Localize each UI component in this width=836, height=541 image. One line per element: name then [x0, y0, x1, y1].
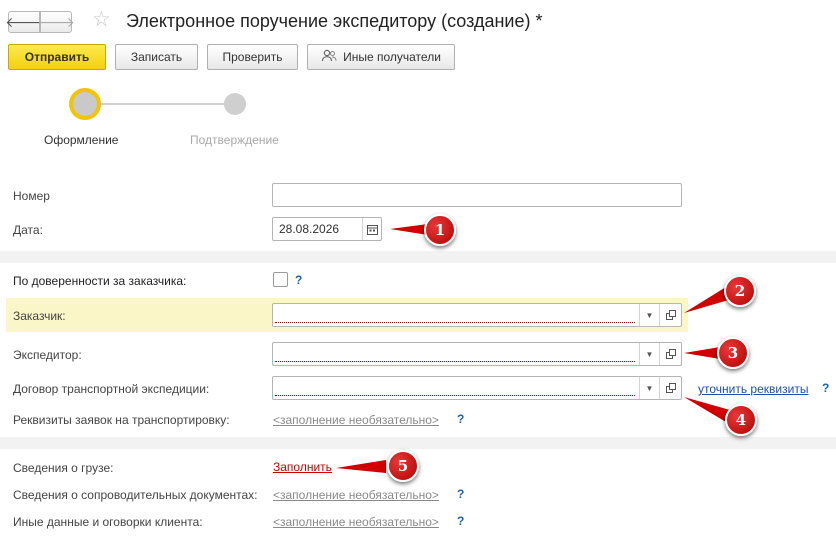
annotation-arrow-4: [684, 397, 730, 422]
annotation-marker-5: 5: [387, 450, 419, 482]
annotation-marker-3: 3: [717, 337, 749, 369]
annotation-marker-2: 2: [724, 275, 756, 307]
annotation-arrow-3: [684, 347, 720, 359]
annotation-arrow-5: [336, 460, 386, 473]
annotation-arrow-1: [390, 224, 428, 235]
annotation-marker-4: 4: [725, 404, 757, 436]
annotation-marker-1: 1: [424, 214, 456, 246]
